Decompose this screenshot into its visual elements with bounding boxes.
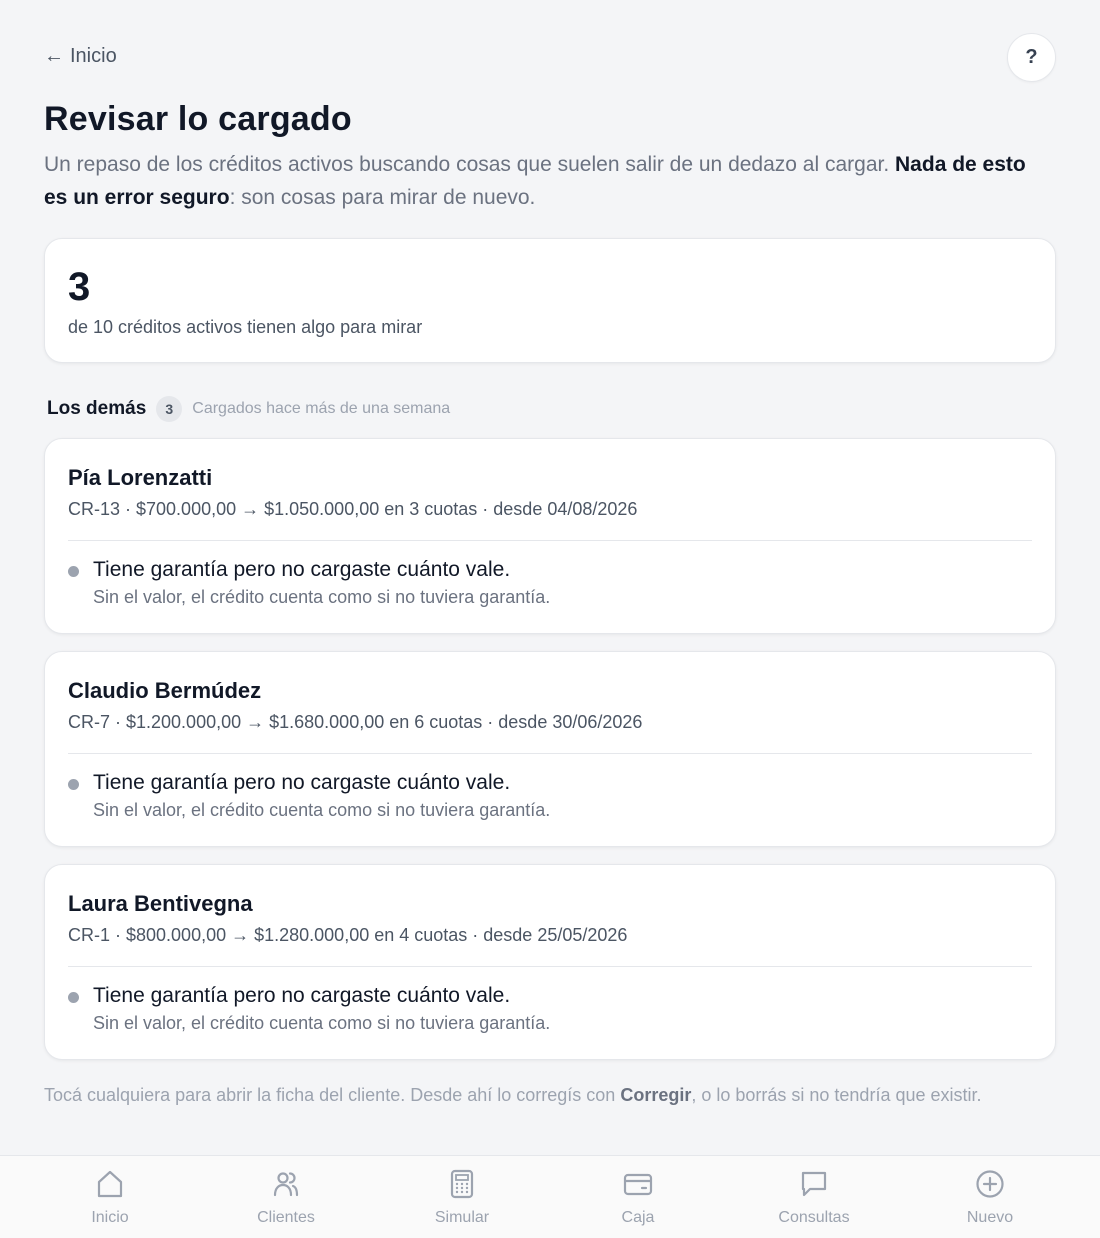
bottom-nav: Inicio Clientes Simular Caja Consultas N… [0, 1155, 1100, 1238]
summary-count: 3 [68, 265, 91, 309]
nav-label: Nuevo [966, 1209, 1014, 1226]
home-icon [97, 1170, 123, 1198]
back-link-label: Inicio [70, 45, 117, 67]
footer-text-after: , o lo borrás si no tendría que existir. [691, 1085, 982, 1105]
issue-subtext: Sin el valor, el crédito cuenta como si … [93, 800, 551, 820]
nav-label: Simular [434, 1209, 490, 1226]
summary-text: de 10 créditos activos tienen algo para … [68, 317, 423, 337]
page-intro: Un repaso de los créditos activos buscan… [44, 148, 1054, 214]
wallet-icon [623, 1173, 653, 1196]
card-divider [68, 753, 1032, 754]
arrow-left-icon: ← [44, 45, 64, 67]
bullet-dot-icon [68, 566, 79, 577]
credit-card[interactable]: Claudio Bermúdez CR-7 · $1.200.000,00 → … [44, 651, 1056, 847]
section-subtitle: Cargados hace más de una semana [192, 400, 451, 417]
client-name: Laura Bentivegna [68, 891, 253, 916]
nav-label: Consultas [778, 1209, 850, 1226]
card-divider [68, 966, 1032, 967]
back-link[interactable]: ← Inicio [44, 45, 117, 68]
client-name: Claudio Bermúdez [68, 678, 262, 703]
question-mark-icon: ? [1025, 46, 1038, 68]
users-icon [273, 1172, 299, 1197]
footer-note: Tocá cualquiera para abrir la ficha del … [44, 1085, 1056, 1106]
intro-text: Un repaso de los créditos activos buscan… [44, 153, 896, 176]
bullet-dot-icon [68, 992, 79, 1003]
nav-item-simular[interactable]: Simular [374, 1156, 550, 1238]
credit-detail: CR-1 · $800.000,00 → $1.280.000,00 en 4 … [68, 925, 628, 945]
bullet-dot-icon [68, 779, 79, 790]
footer-text-before: Tocá cualquiera para abrir la ficha del … [44, 1085, 621, 1105]
nav-item-clientes[interactable]: Clientes [198, 1156, 374, 1238]
nav-item-nuevo[interactable]: Nuevo [902, 1156, 1078, 1238]
top-bar: ← Inicio ? [44, 0, 1056, 100]
section-count-badge: 3 [156, 396, 183, 422]
nav-item-consultas[interactable]: Consultas [726, 1156, 902, 1238]
footer-text-bold: Corregir [620, 1085, 692, 1105]
nav-label: Inicio [91, 1209, 129, 1226]
credit-card[interactable]: Laura Bentivegna CR-1 · $800.000,00 → $1… [44, 864, 1056, 1060]
nav-item-caja[interactable]: Caja [550, 1156, 726, 1238]
card-divider [68, 540, 1032, 541]
issue-subtext: Sin el valor, el crédito cuenta como si … [93, 1013, 551, 1033]
help-button[interactable]: ? [1007, 33, 1056, 82]
nav-label: Clientes [257, 1209, 315, 1226]
issue-text: Tiene garantía pero no cargaste cuánto v… [93, 558, 511, 581]
section-title: Los demás [47, 398, 147, 419]
section-header: Los demás 3 Cargados hace más de una sem… [47, 396, 450, 422]
credit-detail: CR-13 · $700.000,00 → $1.050.000,00 en 3… [68, 499, 638, 519]
credit-detail: CR-7 · $1.200.000,00 → $1.680.000,00 en … [68, 712, 643, 732]
review-page: ← Inicio ? Revisar lo cargado Un repaso … [44, 0, 1056, 1105]
nav-item-inicio[interactable]: Inicio [22, 1156, 198, 1238]
client-name: Pía Lorenzatti [68, 465, 213, 490]
calculator-icon [450, 1169, 474, 1199]
intro-tail: : son cosas para mirar de nuevo. [229, 186, 536, 209]
plus-circle-icon [976, 1170, 1004, 1198]
issue-subtext: Sin el valor, el crédito cuenta como si … [93, 587, 551, 607]
credit-card[interactable]: Pía Lorenzatti CR-13 · $700.000,00 → $1.… [44, 438, 1056, 634]
summary-card: 3 de 10 créditos activos tienen algo par… [44, 238, 1056, 363]
issue-text: Tiene garantía pero no cargaste cuánto v… [93, 771, 511, 794]
issue-text: Tiene garantía pero no cargaste cuánto v… [93, 984, 511, 1007]
page-title: Revisar lo cargado [44, 100, 352, 138]
nav-label: Caja [621, 1209, 655, 1226]
chat-icon [801, 1171, 827, 1197]
